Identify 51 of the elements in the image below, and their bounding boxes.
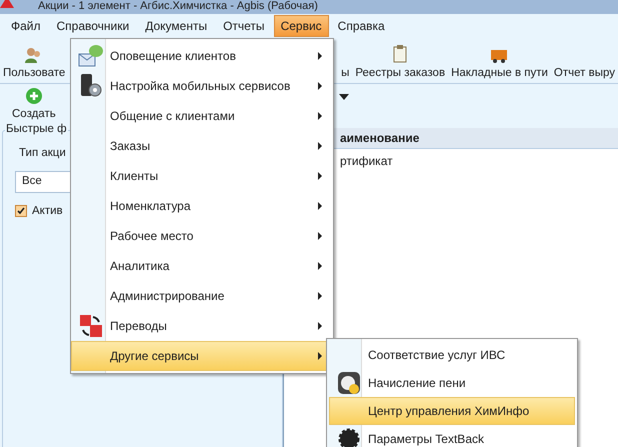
toolbar-button[interactable]: Накладные в пути — [451, 67, 548, 79]
menu-entry[interactable]: Центр управления ХимИнфо — [329, 397, 575, 425]
menu-entry[interactable]: Переводы — [71, 311, 333, 341]
menu-item[interactable]: Сервис — [274, 15, 329, 37]
menu-entry[interactable]: Настройка мобильных сервисов — [71, 71, 333, 101]
app-logo-icon — [0, 0, 14, 8]
menu-item[interactable]: Документы — [138, 15, 214, 37]
menu-item[interactable]: Отчеты — [216, 15, 272, 37]
checkbox-label: Актив — [32, 205, 63, 217]
gear-icon — [338, 428, 360, 447]
menu-entry[interactable]: Клиенты — [71, 161, 333, 191]
menu-entry[interactable]: Номенклатура — [71, 191, 333, 221]
submenu-arrow-icon — [318, 202, 322, 210]
group-title: Быстрые ф — [5, 123, 68, 135]
plus-icon — [26, 88, 42, 104]
translation-icon — [79, 314, 103, 338]
menu-item[interactable]: Файл — [4, 15, 48, 37]
clipboard-icon — [393, 45, 408, 63]
menu-item[interactable]: Справка — [330, 15, 392, 37]
caret-icon[interactable] — [338, 94, 349, 100]
menu-entry[interactable]: Параметры TextBack — [329, 425, 575, 447]
toolbar-button[interactable]: Реестры заказов — [355, 67, 446, 79]
submenu-arrow-icon — [318, 232, 322, 240]
sms-envelope-icon — [78, 44, 104, 68]
phone-gear-icon — [79, 73, 103, 99]
submenu-arrow-icon — [318, 172, 322, 180]
menu-entry[interactable]: Аналитика — [71, 251, 333, 281]
create-button[interactable]: Создать — [12, 108, 56, 120]
menu-entry[interactable]: Общение с клиентами — [71, 101, 333, 131]
submenu-arrow-icon — [318, 352, 322, 360]
submenu-arrow-icon — [318, 262, 322, 270]
window-title: Акции - 1 элемент - Агбис.Химчистка - Agbis (Рабочая) — [38, 0, 318, 13]
menu-entry[interactable]: Администрирование — [71, 281, 333, 311]
menu-entry[interactable]: Рабочее место — [71, 221, 333, 251]
submenu-arrow-icon — [318, 292, 322, 300]
active-checkbox[interactable] — [15, 205, 27, 217]
submenu-arrow-icon — [318, 112, 322, 120]
submenu-arrow-icon — [318, 142, 322, 150]
menu-item[interactable]: Справочники — [50, 15, 136, 37]
menu-entry[interactable]: Начисление пени — [329, 369, 575, 397]
toolbar-button[interactable]: Пользовате — [3, 67, 66, 79]
toolbar-button[interactable]: ы — [341, 67, 350, 79]
truck-icon — [490, 47, 508, 63]
field-label: Тип акци — [19, 147, 66, 159]
toolbar-button[interactable]: Отчет выру — [554, 67, 615, 79]
menu-entry[interactable]: Оповещение клиентов — [71, 41, 333, 71]
submenu-arrow-icon — [318, 52, 322, 60]
submenu-arrow-icon — [318, 82, 322, 90]
submenu-arrow-icon — [318, 322, 322, 330]
table-cell-text: ртификат — [339, 153, 394, 170]
clock-coin-icon — [337, 371, 361, 395]
